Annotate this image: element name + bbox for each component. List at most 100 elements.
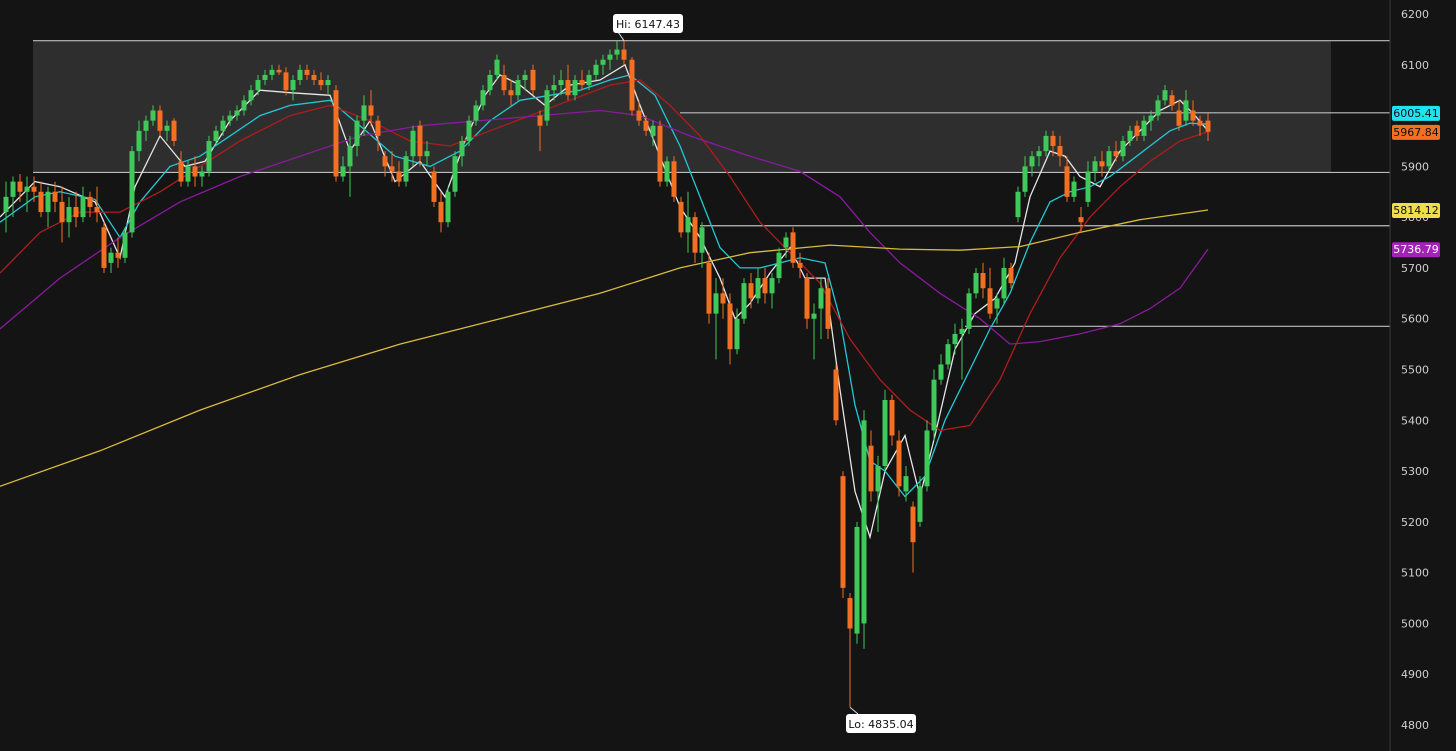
candle-body bbox=[325, 80, 331, 86]
candle-body bbox=[431, 171, 437, 202]
candle-body bbox=[438, 201, 444, 223]
candle-body bbox=[199, 171, 205, 177]
candle-body bbox=[875, 465, 881, 492]
candle-body bbox=[607, 54, 613, 60]
candle-body bbox=[143, 120, 149, 131]
low-callout-label: Lo: 4835.04 bbox=[848, 718, 913, 731]
price-badge-label: 6005.41 bbox=[1393, 107, 1439, 120]
candle-body bbox=[3, 196, 9, 213]
candle-body bbox=[713, 293, 719, 314]
candle-body bbox=[833, 369, 839, 421]
candle-body bbox=[311, 74, 317, 81]
candle-body bbox=[755, 278, 761, 299]
candle-body bbox=[699, 227, 705, 253]
candle-body bbox=[706, 262, 712, 314]
candle-body bbox=[417, 125, 423, 157]
candle-body bbox=[1001, 267, 1007, 299]
candle-body bbox=[1043, 135, 1049, 152]
candle-body bbox=[1078, 217, 1084, 223]
y-tick-label: 5000 bbox=[1401, 617, 1429, 630]
candle-body bbox=[480, 90, 486, 106]
candle-body bbox=[347, 146, 353, 167]
high-callout-label: Hi: 6147.43 bbox=[616, 18, 680, 31]
candle-body bbox=[1183, 100, 1189, 121]
candle-body bbox=[973, 273, 979, 294]
candle-body bbox=[122, 232, 128, 258]
candle-body bbox=[889, 399, 895, 436]
candle-body bbox=[459, 140, 465, 157]
candle-body bbox=[290, 80, 296, 91]
candle-body bbox=[797, 262, 803, 268]
candle-body bbox=[297, 69, 303, 81]
candle-body bbox=[650, 125, 656, 136]
candle-body bbox=[783, 237, 789, 248]
candle-body bbox=[537, 115, 543, 126]
candle-body bbox=[1127, 130, 1133, 141]
candle-body bbox=[854, 526, 860, 634]
candle-body bbox=[368, 105, 374, 116]
candle-body bbox=[917, 486, 923, 522]
y-tick-label: 4800 bbox=[1401, 719, 1429, 732]
candle-body bbox=[586, 74, 592, 86]
candle-body bbox=[558, 80, 564, 86]
candle-body bbox=[1099, 161, 1105, 167]
candle-body bbox=[361, 105, 367, 121]
candlestick-chart[interactable]: Hi: 6147.43Lo: 4835.04 62006100600059005… bbox=[0, 0, 1456, 751]
candle-body bbox=[31, 186, 37, 192]
candle-body bbox=[1162, 90, 1168, 101]
candle-body bbox=[952, 333, 958, 345]
candle-body bbox=[508, 90, 514, 96]
candle-body bbox=[1092, 161, 1098, 172]
candle-body bbox=[192, 166, 198, 177]
candle-body bbox=[903, 476, 909, 492]
candle-body bbox=[66, 206, 72, 223]
candle-body bbox=[396, 171, 402, 182]
y-tick-label: 5200 bbox=[1401, 516, 1429, 529]
candle-body bbox=[741, 283, 747, 319]
y-tick-label: 5400 bbox=[1401, 414, 1429, 427]
candle-body bbox=[24, 186, 30, 192]
candle-body bbox=[762, 278, 768, 294]
candle-body bbox=[487, 74, 493, 91]
candle-body bbox=[1120, 140, 1126, 157]
candle-body bbox=[861, 420, 867, 624]
candle-body bbox=[59, 201, 65, 223]
candle-body bbox=[52, 191, 58, 202]
candle-body bbox=[1050, 135, 1056, 147]
candle-body bbox=[727, 303, 733, 350]
candle-body bbox=[1029, 156, 1035, 167]
candle-body bbox=[544, 90, 550, 121]
candle-body bbox=[382, 156, 388, 167]
candle-body bbox=[966, 293, 972, 329]
candle-body bbox=[220, 120, 226, 131]
candle-body bbox=[333, 90, 339, 177]
candle-body bbox=[931, 379, 937, 431]
candle-body bbox=[206, 140, 212, 172]
candle-body bbox=[389, 166, 395, 172]
candle-body bbox=[241, 100, 247, 111]
candle-body bbox=[1036, 151, 1042, 157]
candle-body bbox=[115, 252, 121, 258]
y-tick-label: 5100 bbox=[1401, 567, 1429, 580]
candle-body bbox=[818, 288, 824, 309]
candle-body bbox=[1113, 151, 1119, 157]
candle-body bbox=[136, 130, 142, 152]
candle-body bbox=[910, 506, 916, 543]
candle-body bbox=[171, 120, 177, 141]
candle-body bbox=[572, 80, 578, 96]
candle-body bbox=[45, 191, 51, 213]
candle-body bbox=[1071, 181, 1077, 197]
candle-body bbox=[1008, 267, 1014, 284]
candle-body bbox=[304, 69, 310, 75]
candle-body bbox=[522, 74, 528, 81]
candle-body bbox=[473, 105, 479, 121]
candle-body bbox=[776, 252, 782, 279]
candle-body bbox=[129, 151, 135, 233]
candle-body bbox=[980, 273, 986, 289]
candle-body bbox=[269, 69, 275, 75]
candle-body bbox=[868, 445, 874, 492]
candle-body bbox=[629, 59, 635, 111]
candle-body bbox=[283, 72, 289, 91]
candle-body bbox=[340, 166, 346, 177]
candle-body bbox=[1205, 120, 1211, 132]
